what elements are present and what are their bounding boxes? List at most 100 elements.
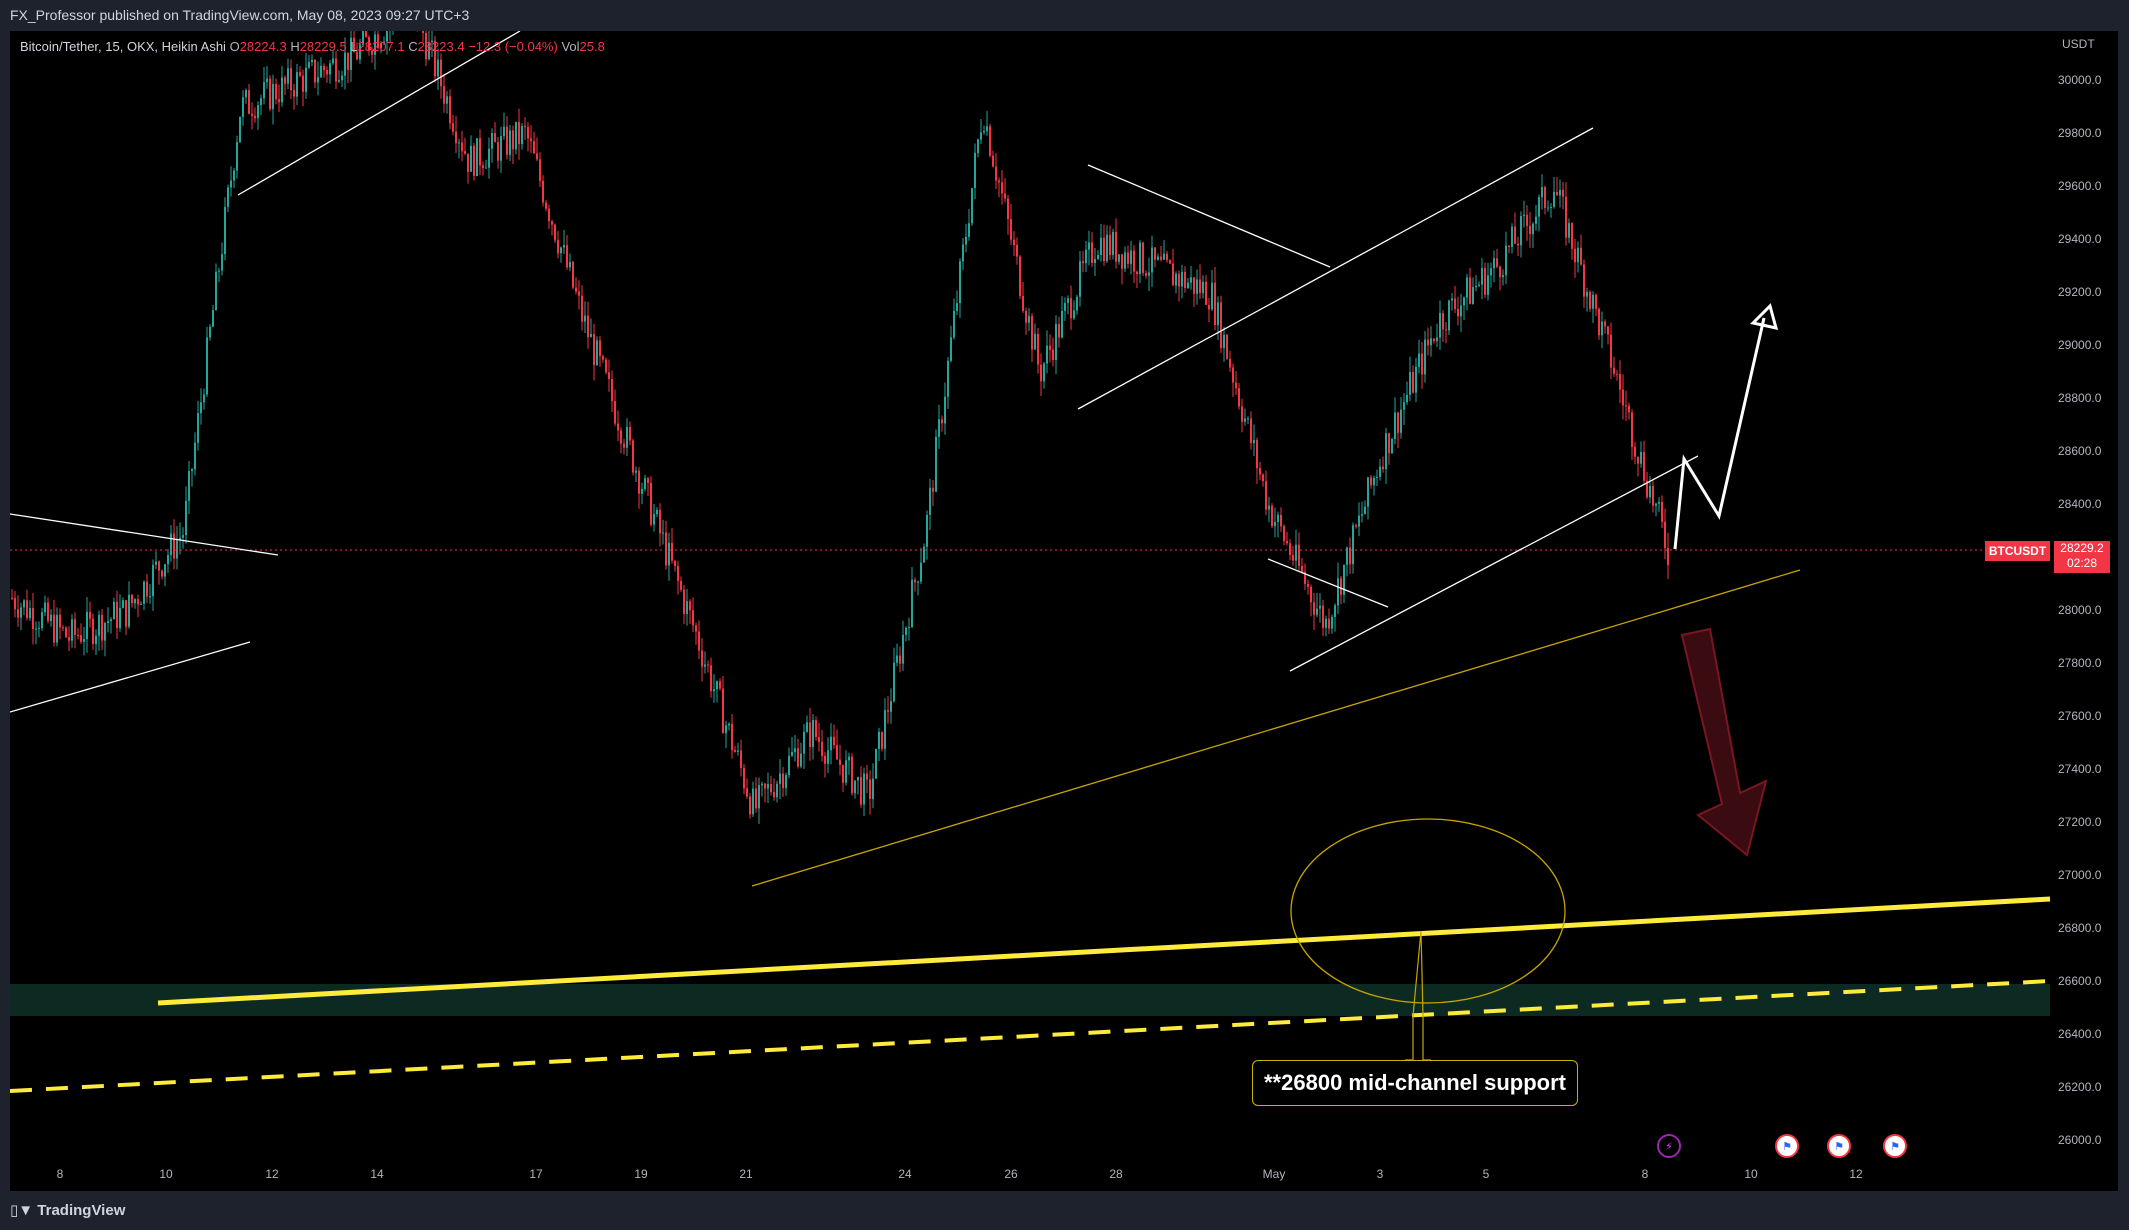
candle-body [596, 340, 598, 366]
candle-body [602, 356, 604, 360]
time-tick-label: 28 [1109, 1167, 1123, 1181]
candle-body [713, 689, 715, 692]
candle-body [656, 509, 658, 515]
candle-body [554, 224, 556, 241]
candle-body [545, 202, 547, 209]
candle-body [791, 752, 793, 756]
candle-body [1025, 310, 1027, 323]
legend-change: −12.3 (−0.04%) [468, 39, 558, 54]
candle-body [869, 779, 871, 799]
time-tick-label: 8 [1641, 1167, 1649, 1181]
us-flag-icon[interactable]: ⚑ [1883, 1134, 1907, 1158]
candle-body [878, 731, 880, 749]
publish-text: FX_Professor published on TradingView.co… [10, 7, 470, 23]
candle-body [485, 167, 487, 169]
candle-body [1079, 261, 1081, 297]
candle-body [1085, 249, 1087, 264]
yellow-trendline [751, 569, 1801, 887]
candle-body [794, 748, 796, 753]
candle-body [785, 774, 787, 789]
candle-body [818, 737, 820, 742]
candle-body [1367, 477, 1369, 507]
candle-body [11, 597, 13, 599]
lightning-icon[interactable]: ⚡ [1657, 1134, 1681, 1158]
candle-body [95, 635, 97, 645]
candle-body [1487, 275, 1489, 295]
candle-body [686, 601, 688, 614]
candle-body [593, 334, 595, 366]
time-tick-label: 19 [634, 1167, 648, 1181]
candle-body [1451, 298, 1453, 301]
candle-body [1259, 468, 1261, 475]
candle-body [1019, 256, 1021, 297]
candle-body [1010, 219, 1012, 240]
candle-body [959, 261, 961, 304]
candle-body [1613, 367, 1615, 374]
candle-body [1100, 237, 1102, 255]
candle-body [191, 469, 193, 472]
candle-body [530, 138, 532, 142]
time-tick-label: 12 [1849, 1167, 1863, 1181]
tradingview-logo-icon: ▯▼ [10, 1202, 34, 1219]
candle-body [683, 589, 685, 614]
candle-body [827, 750, 829, 764]
chart-area[interactable] [10, 31, 2118, 1191]
candle-body [752, 788, 754, 815]
candle-body [494, 133, 496, 143]
candle-body [1073, 310, 1075, 319]
candle-body [698, 631, 700, 651]
candle-body [521, 126, 523, 145]
candle-body [1142, 242, 1144, 274]
price-tick-label: 29000.0 [2058, 338, 2102, 352]
candle-body [956, 303, 958, 311]
legend-close: 28223.4 [417, 39, 465, 54]
price-axis-currency[interactable]: USDT [2062, 37, 2095, 51]
legend-close-label: C [408, 39, 418, 54]
candle-body [53, 614, 55, 643]
candle-body [1592, 294, 1594, 309]
candle-body [284, 77, 286, 84]
tradingview-logo[interactable]: ▯▼ TradingView [10, 1201, 125, 1219]
candle-body [35, 628, 37, 630]
candle-body [605, 359, 607, 373]
candle-body [1139, 242, 1141, 275]
candle-body [1094, 259, 1096, 264]
candle-body [1364, 506, 1366, 515]
us-flag-icon[interactable]: ⚑ [1827, 1134, 1851, 1158]
candle-body [1439, 313, 1441, 338]
chart-canvas[interactable] [10, 31, 2118, 1191]
candle-body [1655, 503, 1657, 506]
candle-body [797, 748, 799, 767]
candle-body [641, 489, 643, 494]
candle-body [1070, 298, 1072, 319]
candle-body [146, 581, 148, 597]
candle-body [881, 731, 883, 749]
candle-body [455, 131, 457, 144]
time-tick-label: 12 [265, 1167, 279, 1181]
candle-body [1097, 254, 1099, 260]
candle-body [653, 514, 655, 525]
candle-body [1208, 304, 1210, 310]
candle-body [278, 99, 280, 103]
chart-legend: Bitcoin/Tether, 15, OKX, Heikin Ashi O28… [20, 39, 605, 54]
support-annotation[interactable]: **26800 mid-channel support [1252, 1060, 1578, 1106]
candle-body [506, 126, 508, 155]
candle-body [929, 487, 931, 515]
candle-body [1493, 258, 1495, 269]
us-flag-icon[interactable]: ⚑ [1775, 1134, 1799, 1158]
candle-body [1235, 382, 1237, 389]
candle-body [155, 561, 157, 565]
trendline [10, 641, 251, 713]
candle-body [599, 340, 601, 357]
candle-body [236, 142, 238, 171]
price-tick-label: 29600.0 [2058, 179, 2102, 193]
candle-body [1280, 514, 1282, 527]
candle-body [167, 555, 169, 565]
candle-body [1391, 439, 1393, 454]
candle-body [458, 142, 460, 144]
candle-body [1571, 223, 1573, 249]
candle-body [842, 764, 844, 783]
candle-body [1625, 405, 1627, 407]
candle-body [1568, 223, 1570, 238]
candle-body [1076, 296, 1078, 311]
